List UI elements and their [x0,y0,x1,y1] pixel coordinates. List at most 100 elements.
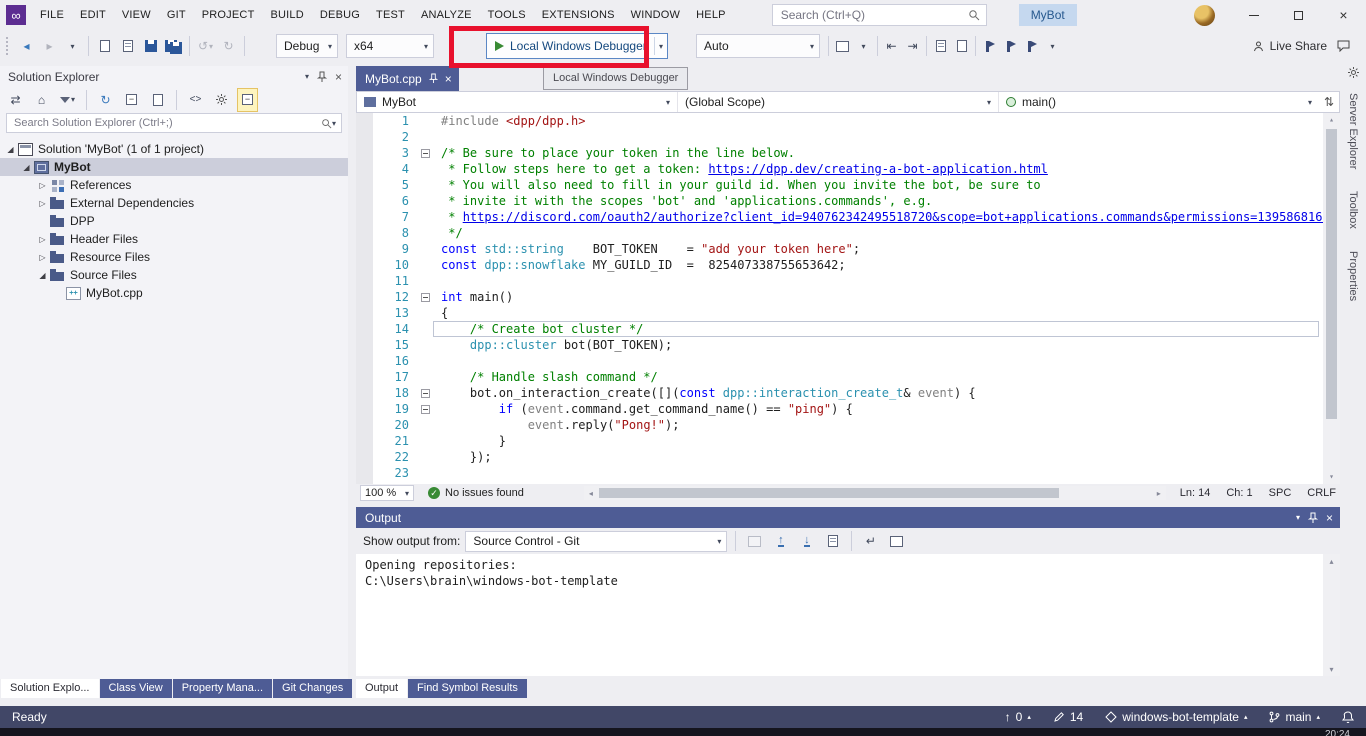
indent-increase-icon[interactable]: ⇥ [902,34,923,58]
global-search-box[interactable] [772,4,987,26]
collapse-all-icon[interactable]: − [121,88,142,112]
tree-item-mybot[interactable]: ◢MyBot [0,158,348,176]
window-position-icon[interactable]: ▾ [305,72,309,81]
gear-icon[interactable] [1347,66,1360,79]
send-feedback-icon[interactable] [1333,34,1354,58]
panel-tab-class-view[interactable]: Class View [100,679,172,698]
tree-item-references[interactable]: ▷References [0,176,348,194]
undo-icon[interactable]: ↺▾ [195,34,216,58]
side-tab-properties[interactable]: Properties [1347,251,1359,301]
repository-button[interactable]: windows-bot-template ▴ [1105,710,1247,724]
debug-target-dropdown-icon[interactable]: ▾ [659,42,663,51]
editor-horizontal-scrollbar[interactable]: ◂ ▸ [584,486,1166,500]
code-line-12[interactable]: 12int main() [373,289,1323,305]
solution-platforms-combo[interactable]: x64▾ [346,34,434,58]
toggle-word-wrap-icon[interactable]: ↵ [860,529,881,553]
code-line-10[interactable]: 10const dpp::snowflake MY_GUILD_ID = 825… [373,257,1323,273]
panel-tab-property-mana[interactable]: Property Mana... [173,679,272,698]
close-button[interactable]: × [1321,0,1366,30]
scope-dropdown[interactable]: (Global Scope) ▾ [678,92,999,112]
menu-project[interactable]: PROJECT [194,4,263,26]
toolbar-overflow-icon[interactable]: ▾ [1042,34,1063,58]
scroll-up-icon[interactable]: ▴ [1323,113,1340,127]
goto-previous-message-icon[interactable]: ↑ [770,529,791,553]
solution-configurations-combo[interactable]: Debug▾ [276,34,338,58]
save-all-icon[interactable] [163,34,184,58]
indent-decrease-icon[interactable]: ⇤ [881,34,902,58]
redo-icon[interactable]: ↻ [218,34,239,58]
switch-views-icon[interactable]: ⇄ [5,88,26,112]
scroll-down-icon[interactable]: ▾ [1323,470,1340,484]
fold-collapse-icon[interactable] [417,401,433,417]
panel-tab-find-symbol-results[interactable]: Find Symbol Results [408,679,527,698]
tree-item-source-files[interactable]: ◢Source Files [0,266,348,284]
code-line-7[interactable]: 7 * https://discord.com/oauth2/authorize… [373,209,1323,225]
chevron-expanded-icon[interactable]: ◢ [20,163,33,172]
chevron-collapsed-icon[interactable]: ▷ [36,253,49,262]
scroll-up-icon[interactable]: ▴ [1323,554,1340,568]
previous-bookmark-icon[interactable] [979,34,1000,58]
code-line-15[interactable]: 15 dpp::cluster bot(BOT_TOKEN); [373,337,1323,353]
code-line-18[interactable]: 18 bot.on_interaction_create([](const dp… [373,385,1323,401]
close-panel-icon[interactable]: × [335,70,342,84]
fold-collapse-icon[interactable] [417,385,433,401]
code-line-9[interactable]: 9const std::string BOT_TOKEN = "add your… [373,241,1323,257]
panel-tab-output[interactable]: Output [356,679,407,698]
minimize-button[interactable] [1231,0,1276,30]
clear-all-icon[interactable] [822,529,843,553]
pin-icon[interactable] [429,73,438,84]
member-dropdown[interactable]: main() ▾ [999,92,1319,112]
fold-collapse-icon[interactable] [417,145,433,161]
code-line-5[interactable]: 5 * You will also need to fill in your g… [373,177,1323,193]
code-view-icon[interactable]: <> [185,88,206,112]
code-line-17[interactable]: 17 /* Handle slash command */ [373,369,1323,385]
code-line-20[interactable]: 20 event.reply("Pong!"); [373,417,1323,433]
menu-view[interactable]: VIEW [114,4,159,26]
tree-item-header-files[interactable]: ▷Header Files [0,230,348,248]
scroll-right-icon[interactable]: ▸ [1152,486,1166,500]
spaces-indicator[interactable]: SPC [1269,487,1292,499]
global-search-input[interactable] [779,7,968,23]
search-options-icon[interactable]: ▾ [332,119,336,128]
code-line-11[interactable]: 11 [373,273,1323,289]
menu-debug[interactable]: DEBUG [312,4,368,26]
outgoing-commits-button[interactable]: ↑ 0 ▴ [1005,710,1031,724]
show-all-files-icon[interactable] [147,88,168,112]
output-source-combo[interactable]: Source Control - Git▾ [465,531,727,552]
next-bookmark-icon[interactable] [1021,34,1042,58]
menu-file[interactable]: FILE [32,4,72,26]
chevron-collapsed-icon[interactable]: ▷ [36,235,49,244]
sync-with-active-document-icon[interactable]: ↻ [95,88,116,112]
project-dropdown[interactable]: MyBot ▾ [357,92,678,112]
code-line-13[interactable]: 13{ [373,305,1323,321]
branch-button[interactable]: main ▴ [1269,710,1320,724]
tree-item-solution-mybot-1-of-1-project[interactable]: ◢Solution 'MyBot' (1 of 1 project) [0,140,348,158]
tree-item-resource-files[interactable]: ▷Resource Files [0,248,348,266]
tree-item-dpp[interactable]: DPP [0,212,348,230]
scrollbar-thumb[interactable] [1326,129,1337,419]
code-line-23[interactable]: 23 [373,465,1323,481]
zoom-combo[interactable]: 100 %▾ [360,485,414,501]
comment-selection-icon[interactable] [930,34,951,58]
solution-explorer-search-input[interactable] [12,116,321,130]
menu-window[interactable]: WINDOW [623,4,688,26]
open-file-icon[interactable] [117,34,138,58]
chevron-collapsed-icon[interactable]: ▷ [36,199,49,208]
code-line-6[interactable]: 6 * invite it with the scopes 'bot' and … [373,193,1323,209]
goto-next-message-icon[interactable]: ↓ [796,529,817,553]
issues-label[interactable]: No issues found [445,487,524,499]
navigate-backward-icon[interactable]: ◂ [16,34,37,58]
fold-collapse-icon[interactable] [417,289,433,305]
editor-vertical-scrollbar[interactable]: ▴ ▾ [1323,113,1340,484]
navigate-forward-icon[interactable]: ▸ [39,34,60,58]
application-insights-icon[interactable] [832,34,853,58]
watch-mode-combo[interactable]: Auto▾ [696,34,820,58]
uncomment-selection-icon[interactable] [951,34,972,58]
close-panel-icon[interactable]: × [1326,511,1333,525]
filter-icon[interactable]: ▾ [57,88,78,112]
toolbar-grip[interactable] [6,37,11,55]
output-text[interactable]: Opening repositories:C:\Users\brain\wind… [356,554,1323,676]
find-message-in-code-icon[interactable] [744,529,765,553]
toggle-autoscroll-icon[interactable] [886,529,907,553]
menu-git[interactable]: GIT [159,4,194,26]
